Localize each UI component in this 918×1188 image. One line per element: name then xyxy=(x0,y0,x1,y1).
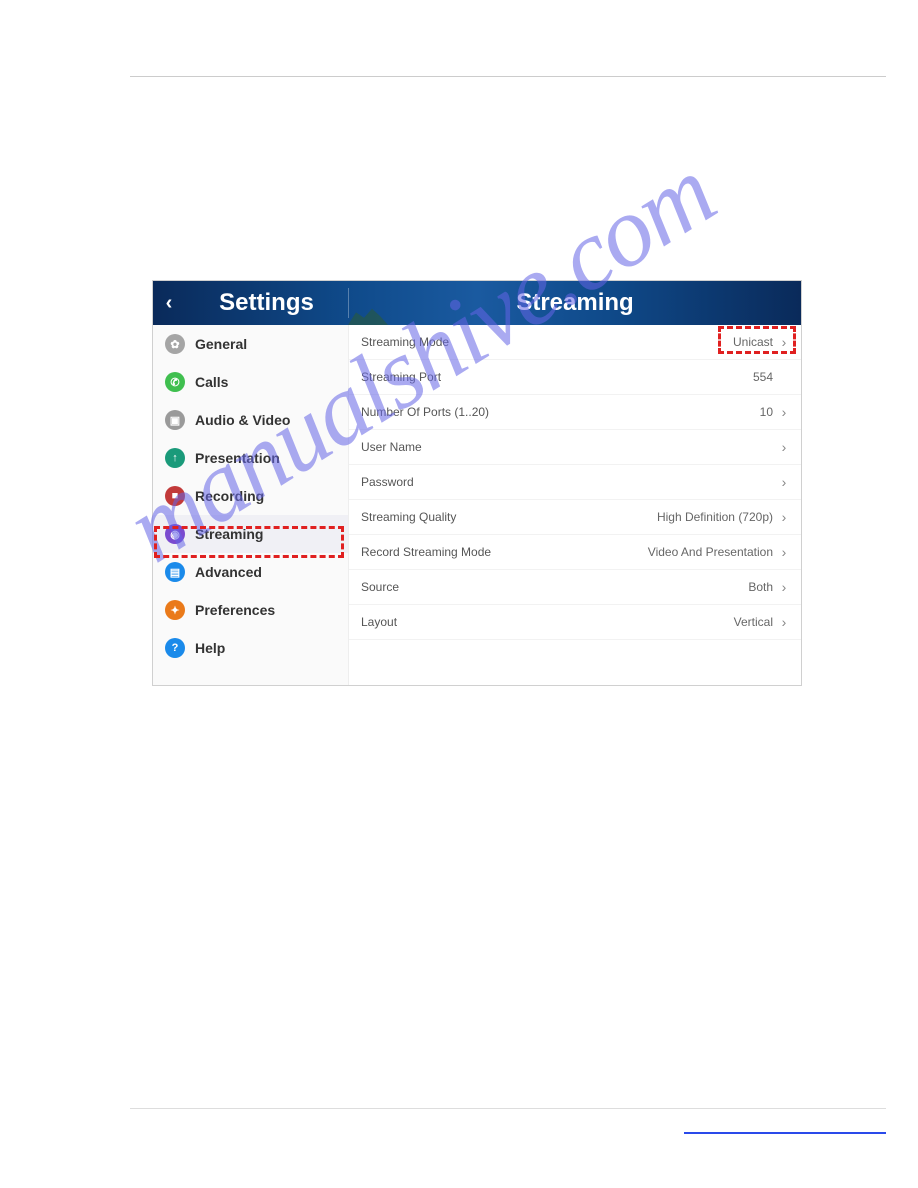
chevron-right-icon: › xyxy=(779,509,789,525)
setting-row-user-name[interactable]: User Name › xyxy=(349,430,801,465)
window-body: ✿ General ✆ Calls ▣ Audio & Video ↑ Pres… xyxy=(153,325,801,685)
page-footer-accent xyxy=(684,1132,886,1134)
setting-row-source[interactable]: Source Both › xyxy=(349,570,801,605)
setting-row-record-streaming-mode[interactable]: Record Streaming Mode Video And Presenta… xyxy=(349,535,801,570)
broadcast-icon: ◉ xyxy=(165,524,185,544)
page-bottom-rule xyxy=(130,1108,886,1109)
page-top-rule xyxy=(130,76,886,77)
back-button[interactable]: ‹ xyxy=(153,292,185,315)
sidebar-item-label: Recording xyxy=(195,488,264,504)
sidebar-item-label: Help xyxy=(195,640,225,656)
sidebar-item-presentation[interactable]: ↑ Presentation xyxy=(153,439,348,477)
setting-label: Source xyxy=(361,580,399,594)
sidebar-item-advanced[interactable]: ▤ Advanced xyxy=(153,553,348,591)
sidebar-item-label: Calls xyxy=(195,374,228,390)
setting-label: User Name xyxy=(361,440,422,454)
setting-value: Vertical xyxy=(734,615,773,629)
sidebar-item-calls[interactable]: ✆ Calls xyxy=(153,363,348,401)
chevron-right-icon: › xyxy=(779,404,789,420)
chevron-right-icon: › xyxy=(779,474,789,490)
setting-value: Both xyxy=(748,580,773,594)
question-icon: ? xyxy=(165,638,185,658)
setting-label: Number Of Ports (1..20) xyxy=(361,405,489,419)
setting-value-wrap: Vertical › xyxy=(734,614,789,630)
chevron-right-icon: › xyxy=(779,439,789,455)
chevron-right-icon: › xyxy=(779,579,789,595)
setting-value-wrap: Unicast › xyxy=(733,334,789,350)
setting-value-wrap: › xyxy=(773,474,789,490)
chevron-left-icon: ‹ xyxy=(166,292,173,314)
av-icon: ▣ xyxy=(165,410,185,430)
header-left-title: Settings xyxy=(185,289,348,317)
setting-label: Record Streaming Mode xyxy=(361,545,491,559)
setting-row-number-of-ports[interactable]: Number Of Ports (1..20) 10 › xyxy=(349,395,801,430)
setting-row-password[interactable]: Password › xyxy=(349,465,801,500)
setting-value-wrap: Both › xyxy=(748,579,789,595)
setting-value-wrap: High Definition (720p) › xyxy=(657,509,789,525)
setting-row-streaming-mode[interactable]: Streaming Mode Unicast › xyxy=(349,325,801,360)
window-header: ‹ Settings Streaming xyxy=(153,281,801,325)
setting-value-wrap: › xyxy=(773,439,789,455)
header-right-title: Streaming xyxy=(349,289,801,317)
setting-row-streaming-quality[interactable]: Streaming Quality High Definition (720p)… xyxy=(349,500,801,535)
puzzle-icon: ✦ xyxy=(165,600,185,620)
record-icon: ■ xyxy=(165,486,185,506)
sidebar-item-label: Streaming xyxy=(195,526,263,542)
setting-value-wrap: 10 › xyxy=(760,404,789,420)
chevron-right-icon: › xyxy=(779,334,789,350)
setting-value: 10 xyxy=(760,405,773,419)
setting-label: Streaming Quality xyxy=(361,510,456,524)
sidebar-item-label: Presentation xyxy=(195,450,280,466)
setting-row-streaming-port[interactable]: Streaming Port 554 › xyxy=(349,360,801,395)
gear-icon: ✿ xyxy=(165,334,185,354)
setting-label: Password xyxy=(361,475,414,489)
sidebar-item-label: Audio & Video xyxy=(195,412,290,428)
setting-label: Streaming Port xyxy=(361,370,441,384)
up-arrow-icon: ↑ xyxy=(165,448,185,468)
setting-value: 554 xyxy=(753,370,773,384)
setting-row-layout[interactable]: Layout Vertical › xyxy=(349,605,801,640)
chevron-right-icon: › xyxy=(779,614,789,630)
sidebar-item-general[interactable]: ✿ General xyxy=(153,325,348,363)
phone-icon: ✆ xyxy=(165,372,185,392)
sidebar-item-streaming[interactable]: ◉ Streaming xyxy=(153,515,348,553)
sidebar-item-label: General xyxy=(195,336,247,352)
setting-value: Video And Presentation xyxy=(648,545,773,559)
sidebar-item-label: Preferences xyxy=(195,602,275,618)
sidebar-item-help[interactable]: ? Help xyxy=(153,629,348,667)
sidebar-item-preferences[interactable]: ✦ Preferences xyxy=(153,591,348,629)
settings-sidebar: ✿ General ✆ Calls ▣ Audio & Video ↑ Pres… xyxy=(153,325,349,685)
sidebar-item-audio-video[interactable]: ▣ Audio & Video xyxy=(153,401,348,439)
setting-value-wrap: 554 › xyxy=(753,369,789,385)
advanced-icon: ▤ xyxy=(165,562,185,582)
setting-label: Streaming Mode xyxy=(361,335,449,349)
chevron-right-icon: › xyxy=(779,544,789,560)
settings-window: ‹ Settings Streaming ✿ General ✆ Calls ▣… xyxy=(152,280,802,686)
settings-content-panel: Streaming Mode Unicast › Streaming Port … xyxy=(349,325,801,685)
sidebar-item-recording[interactable]: ■ Recording xyxy=(153,477,348,515)
sidebar-item-label: Advanced xyxy=(195,564,262,580)
setting-value: Unicast xyxy=(733,335,773,349)
setting-value-wrap: Video And Presentation › xyxy=(648,544,789,560)
setting-label: Layout xyxy=(361,615,397,629)
setting-value: High Definition (720p) xyxy=(657,510,773,524)
